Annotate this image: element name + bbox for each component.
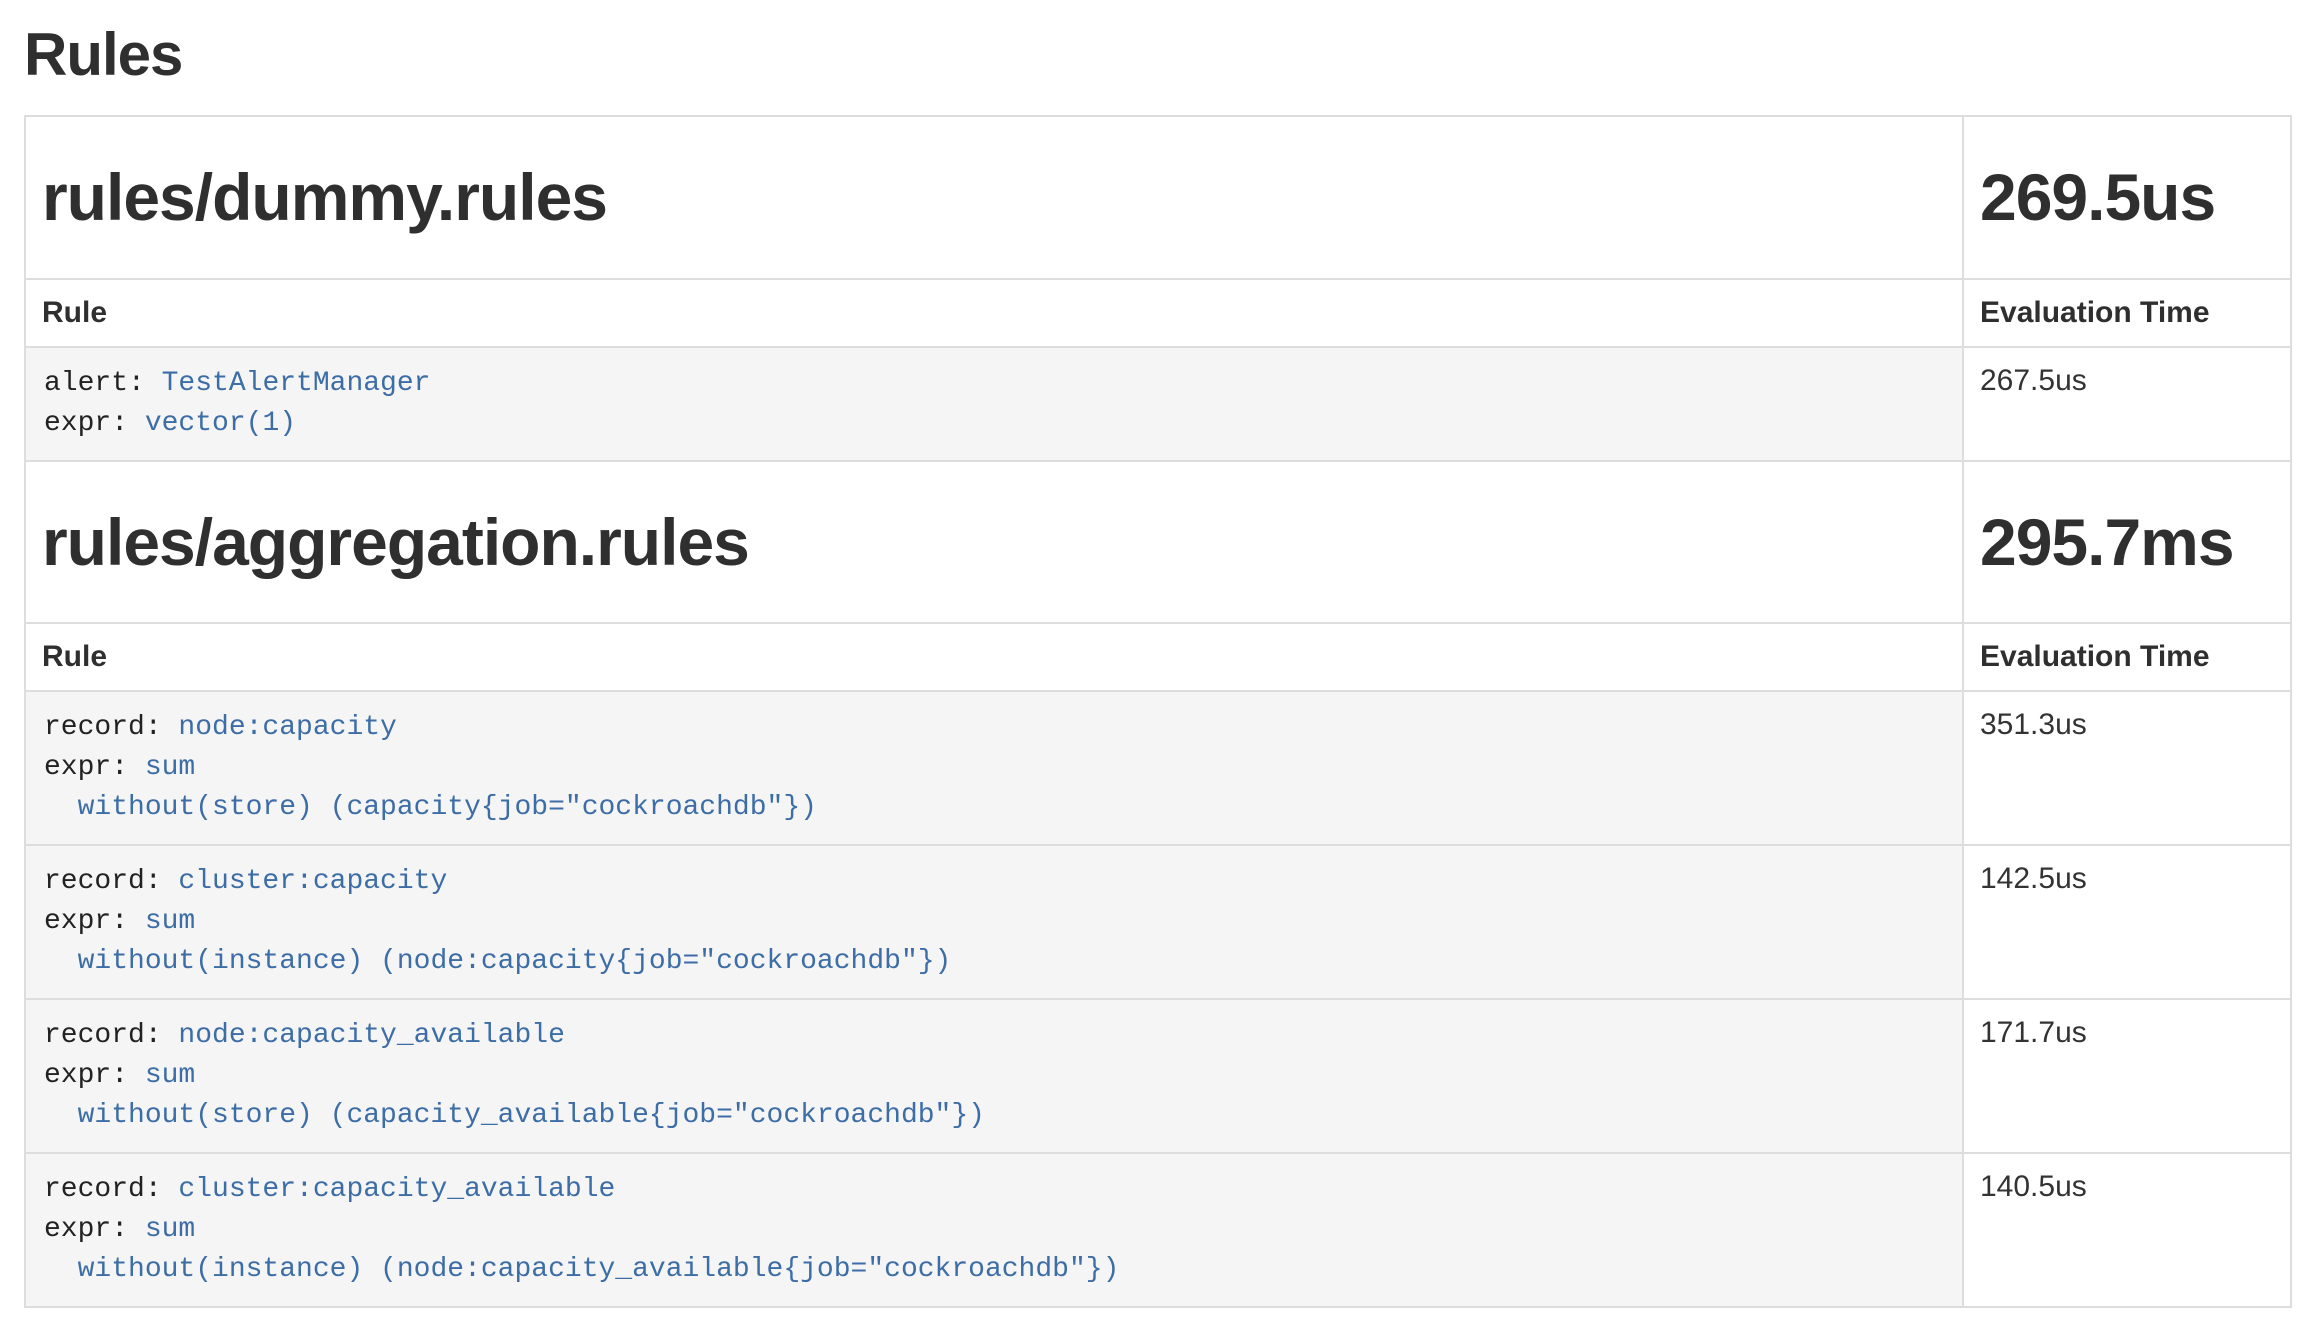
rule-code: record: node:capacity_availableexpr: sum…: [26, 1000, 1962, 1152]
expr-link[interactable]: sum: [145, 1060, 195, 1091]
rule-name-link[interactable]: cluster:capacity_available: [178, 1174, 615, 1205]
rule-group-eval-time: 295.7ms: [1980, 506, 2274, 579]
rule-eval-time: 171.7us: [1963, 999, 2291, 1153]
code-keyword: expr:: [44, 1214, 145, 1245]
code-line: without(store) (capacity{job="cockroachd…: [44, 788, 1944, 828]
rule-row: alert: TestAlertManagerexpr: vector(1)26…: [25, 347, 2291, 461]
code-keyword: expr:: [44, 408, 145, 439]
expr-link[interactable]: without(instance) (node:capacity_availab…: [44, 1254, 1119, 1285]
code-keyword: alert:: [44, 368, 162, 399]
code-line: record: cluster:capacity_available: [44, 1170, 1944, 1210]
code-keyword: record:: [44, 866, 178, 897]
rule-row: record: node:capacityexpr: sum without(s…: [25, 691, 2291, 845]
code-line: expr: sum: [44, 748, 1944, 788]
column-header-evaluation-time: Evaluation Time: [1963, 279, 2291, 347]
code-line: without(instance) (node:capacity{job="co…: [44, 942, 1944, 982]
expr-link[interactable]: without(instance) (node:capacity{job="co…: [44, 946, 951, 977]
code-keyword: expr:: [44, 906, 145, 937]
rule-row: record: cluster:capacity_availableexpr: …: [25, 1153, 2291, 1307]
code-line: alert: TestAlertManager: [44, 364, 1944, 404]
rule-group-file: rules/dummy.rules: [42, 161, 1946, 234]
expr-link[interactable]: sum: [145, 906, 195, 937]
rule-cell: record: cluster:capacityexpr: sum withou…: [25, 845, 1963, 999]
rule-group-header-row: rules/dummy.rules 269.5us: [25, 116, 2291, 279]
expr-link[interactable]: without(store) (capacity_available{job="…: [44, 1100, 985, 1131]
rule-row: record: cluster:capacityexpr: sum withou…: [25, 845, 2291, 999]
code-line: without(store) (capacity_available{job="…: [44, 1096, 1944, 1136]
rule-row: record: node:capacity_availableexpr: sum…: [25, 999, 2291, 1153]
rule-group-eval-time: 269.5us: [1980, 161, 2274, 234]
code-line: record: node:capacity: [44, 708, 1944, 748]
rule-code: alert: TestAlertManagerexpr: vector(1): [26, 348, 1962, 460]
rule-name-link[interactable]: node:capacity_available: [178, 1020, 564, 1051]
column-header-row: RuleEvaluation Time: [25, 279, 2291, 347]
page-title: Rules: [24, 20, 2292, 89]
rule-cell: alert: TestAlertManagerexpr: vector(1): [25, 347, 1963, 461]
rule-cell: record: node:capacityexpr: sum without(s…: [25, 691, 1963, 845]
code-line: expr: vector(1): [44, 404, 1944, 444]
rule-name-link[interactable]: TestAlertManager: [162, 368, 431, 399]
code-keyword: record:: [44, 1174, 178, 1205]
rule-eval-time: 351.3us: [1963, 691, 2291, 845]
column-header-rule: Rule: [25, 279, 1963, 347]
code-line: expr: sum: [44, 1056, 1944, 1096]
rule-group-eval-time-cell: 269.5us: [1963, 116, 2291, 279]
code-keyword: expr:: [44, 752, 145, 783]
code-line: expr: sum: [44, 902, 1944, 942]
rule-code: record: cluster:capacityexpr: sum withou…: [26, 846, 1962, 998]
expr-link[interactable]: sum: [145, 752, 195, 783]
expr-link[interactable]: vector(1): [145, 408, 296, 439]
rule-group-file: rules/aggregation.rules: [42, 506, 1946, 579]
rules-table: rules/dummy.rules269.5usRuleEvaluation T…: [24, 115, 2292, 1308]
code-line: record: cluster:capacity: [44, 862, 1944, 902]
rule-cell: record: cluster:capacity_availableexpr: …: [25, 1153, 1963, 1307]
column-header-row: RuleEvaluation Time: [25, 623, 2291, 691]
code-keyword: expr:: [44, 1060, 145, 1091]
column-header-rule: Rule: [25, 623, 1963, 691]
rule-eval-time: 142.5us: [1963, 845, 2291, 999]
rule-group-file-cell: rules/dummy.rules: [25, 116, 1963, 279]
rule-cell: record: node:capacity_availableexpr: sum…: [25, 999, 1963, 1153]
rule-group-header-row: rules/aggregation.rules 295.7ms: [25, 461, 2291, 624]
rule-code: record: cluster:capacity_availableexpr: …: [26, 1154, 1962, 1306]
expr-link[interactable]: without(store) (capacity{job="cockroachd…: [44, 792, 817, 823]
code-line: without(instance) (node:capacity_availab…: [44, 1250, 1944, 1290]
rule-eval-time: 140.5us: [1963, 1153, 2291, 1307]
expr-link[interactable]: sum: [145, 1214, 195, 1245]
rule-eval-time: 267.5us: [1963, 347, 2291, 461]
column-header-evaluation-time: Evaluation Time: [1963, 623, 2291, 691]
code-keyword: record:: [44, 1020, 178, 1051]
rule-group-file-cell: rules/aggregation.rules: [25, 461, 1963, 624]
rule-name-link[interactable]: node:capacity: [178, 712, 396, 743]
rules-page: Rules rules/dummy.rules269.5usRuleEvalua…: [0, 20, 2316, 1308]
rule-name-link[interactable]: cluster:capacity: [178, 866, 447, 897]
code-line: expr: sum: [44, 1210, 1944, 1250]
rule-group-eval-time-cell: 295.7ms: [1963, 461, 2291, 624]
rule-code: record: node:capacityexpr: sum without(s…: [26, 692, 1962, 844]
code-keyword: record:: [44, 712, 178, 743]
code-line: record: node:capacity_available: [44, 1016, 1944, 1056]
